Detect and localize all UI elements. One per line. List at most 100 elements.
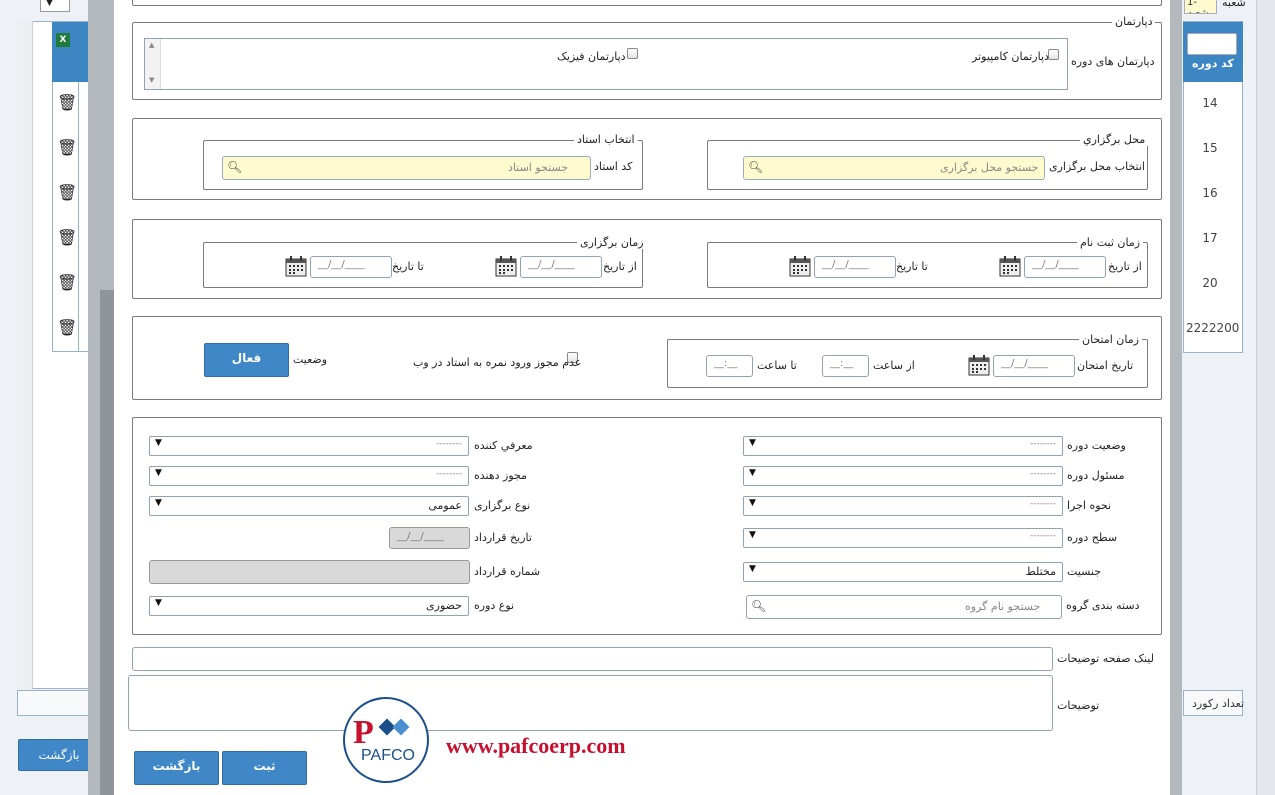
course-status-label: وضعیت دوره: [1067, 439, 1126, 452]
contract-date-label: تاریخ قرارداد: [474, 531, 532, 544]
execution-method-label: نحوه اجرا: [1067, 499, 1112, 512]
department-checkbox-list[interactable]: [144, 38, 1068, 90]
holding-from-mask: __/__/____: [528, 259, 575, 270]
holding-to-label: تا تاریخ: [392, 260, 424, 273]
search-icon[interactable]: 🔍︎: [751, 599, 766, 613]
description-textarea[interactable]: [128, 675, 1053, 731]
description-label: توضیحات: [1057, 699, 1100, 712]
table-row[interactable]: 2222200: [1186, 321, 1239, 335]
submit-button[interactable]: ثبت: [222, 751, 307, 785]
delete-icon[interactable]: 🗑: [57, 183, 77, 202]
calendar-icon[interactable]: [999, 255, 1021, 277]
physics-department-label: دپارتمان فیزیک: [557, 50, 626, 63]
status-label: وضعیت: [293, 353, 328, 366]
calendar-icon[interactable]: [495, 255, 517, 277]
exam-date-mask: __/__/____: [1001, 358, 1048, 369]
execution-method-select[interactable]: ▼ --------: [743, 496, 1063, 516]
delete-icon[interactable]: 🗑: [57, 138, 77, 157]
venue-select-label: انتخاب محل برگزاری: [1049, 160, 1145, 173]
calendar-icon[interactable]: [789, 255, 811, 277]
bg-code-column: [1183, 82, 1243, 352]
top-fieldset-remnant: [132, 0, 1162, 6]
registration-time-legend: زمان ثبت نام: [1077, 236, 1144, 249]
exam-date-label: تاریخ امتحان: [1077, 359, 1134, 372]
bg-dropdown[interactable]: ▼: [40, 0, 70, 12]
modal-scrollbar-thumb[interactable]: [100, 290, 114, 795]
course-manager-label: مسئول دوره: [1067, 469, 1125, 482]
computer-department-label: دپارتمان کامپیوتر: [972, 50, 1049, 63]
status-active-button[interactable]: فعال: [204, 343, 289, 377]
course-status-select[interactable]: ▼ --------: [743, 436, 1063, 456]
no-grade-permission-label: عدم مجوز ورود نمره به استاد در وب: [413, 356, 582, 369]
bg-grid-col-divider: [78, 82, 79, 352]
course-departments-label: دپارتمان های دوره: [1071, 55, 1155, 68]
group-category-label: دسته بندی گروه: [1066, 599, 1140, 612]
contract-date-mask: __/__/____: [397, 531, 444, 542]
holding-type-select[interactable]: ▼ عمومی: [149, 496, 469, 516]
table-row[interactable]: 15: [1190, 141, 1230, 155]
bg-branch-select[interactable]: 1-شعبه: [1184, 0, 1217, 14]
introducer-select[interactable]: ▼ --------: [149, 436, 469, 456]
delete-icon[interactable]: 🗑: [57, 318, 77, 337]
course-level-label: سطح دوره: [1067, 531, 1118, 544]
group-search-placeholder: جستجو نام گروه: [965, 600, 1041, 613]
contract-number-label: شماره قرارداد: [474, 565, 541, 578]
gender-select[interactable]: ▼ مختلط: [743, 562, 1063, 582]
registration-from-mask: __/__/____: [1032, 259, 1079, 270]
course-manager-select[interactable]: ▼ --------: [743, 466, 1063, 486]
contract-number-input[interactable]: [149, 560, 470, 584]
department-legend: دپارتمان: [1112, 15, 1156, 28]
search-icon[interactable]: 🔍︎: [748, 160, 763, 174]
description-link-input[interactable]: [132, 647, 1053, 671]
table-row[interactable]: 20: [1190, 276, 1230, 290]
gender-label: جنسیت: [1067, 565, 1102, 578]
teacher-legend: انتخاب استاد: [574, 133, 638, 146]
record-count-label: تعداد رکورد: [1192, 697, 1245, 710]
column-header-course-code[interactable]: کد دوره: [1183, 57, 1243, 70]
exam-from-time-mask: __:__: [830, 358, 854, 369]
bg-right-scrollbar[interactable]: [1256, 0, 1275, 795]
delete-icon[interactable]: 🗑: [57, 273, 77, 292]
table-row[interactable]: 17: [1190, 231, 1230, 245]
registration-from-label: از تاریخ: [1108, 260, 1142, 273]
scroll-down-icon[interactable]: ▼: [149, 76, 154, 84]
course-type-select[interactable]: ▼ حضوری: [149, 596, 469, 616]
course-level-select[interactable]: ▼ --------: [743, 528, 1063, 548]
calendar-icon[interactable]: [968, 354, 990, 376]
checkbox-physics-department[interactable]: [627, 48, 638, 59]
exam-to-time-mask: __:__: [714, 358, 738, 369]
description-link-label: لینک صفحه توضیحات: [1057, 652, 1154, 665]
bg-filter-input[interactable]: [1187, 33, 1237, 55]
delete-icon[interactable]: 🗑: [57, 93, 77, 112]
teacher-code-label: کد استاد: [594, 160, 633, 173]
exam-from-time-label: از ساعت: [873, 359, 915, 372]
delete-icon[interactable]: 🗑: [57, 228, 77, 247]
search-icon[interactable]: 🔍︎: [227, 160, 242, 174]
bg-branch-label: شعبه: [1222, 0, 1246, 9]
exam-to-time-label: تا ساعت: [757, 359, 797, 372]
holding-time-legend: زمان برگزاری: [577, 236, 647, 249]
teacher-search-placeholder: جستجو استاد: [508, 161, 569, 174]
svg-text:P: P: [353, 714, 374, 747]
holding-type-label: نوع برگزاری: [474, 499, 531, 512]
table-row[interactable]: 14: [1190, 96, 1230, 110]
registration-to-label: تا تاریخ: [896, 260, 928, 273]
permit-issuer-select[interactable]: ▼ --------: [149, 466, 469, 486]
excel-icon[interactable]: X: [56, 33, 70, 47]
exam-legend: زمان امتحان: [1079, 333, 1142, 346]
holding-to-mask: __/__/____: [318, 259, 365, 270]
checkbox-computer-department[interactable]: [1048, 49, 1059, 60]
scroll-up-icon[interactable]: ▲: [149, 41, 154, 49]
course-type-label: نوع دوره: [474, 599, 515, 612]
pafco-logo-text: PAFCO: [361, 747, 415, 764]
venue-search-placeholder: جستجو محل برگزاری: [940, 161, 1039, 174]
pafco-url: www.pafcoerp.com: [446, 733, 626, 758]
back-button[interactable]: بازگشت: [134, 751, 219, 785]
bg-record-bar: [17, 690, 99, 716]
bg-grid-scrollbar[interactable]: [17, 21, 33, 689]
table-row[interactable]: 16: [1190, 186, 1230, 200]
venue-legend: محل برگزاري: [1080, 133, 1149, 146]
permit-issuer-label: مجوز دهنده: [474, 469, 528, 482]
calendar-icon[interactable]: [285, 255, 307, 277]
pafco-logo: P PAFCO: [343, 697, 429, 783]
